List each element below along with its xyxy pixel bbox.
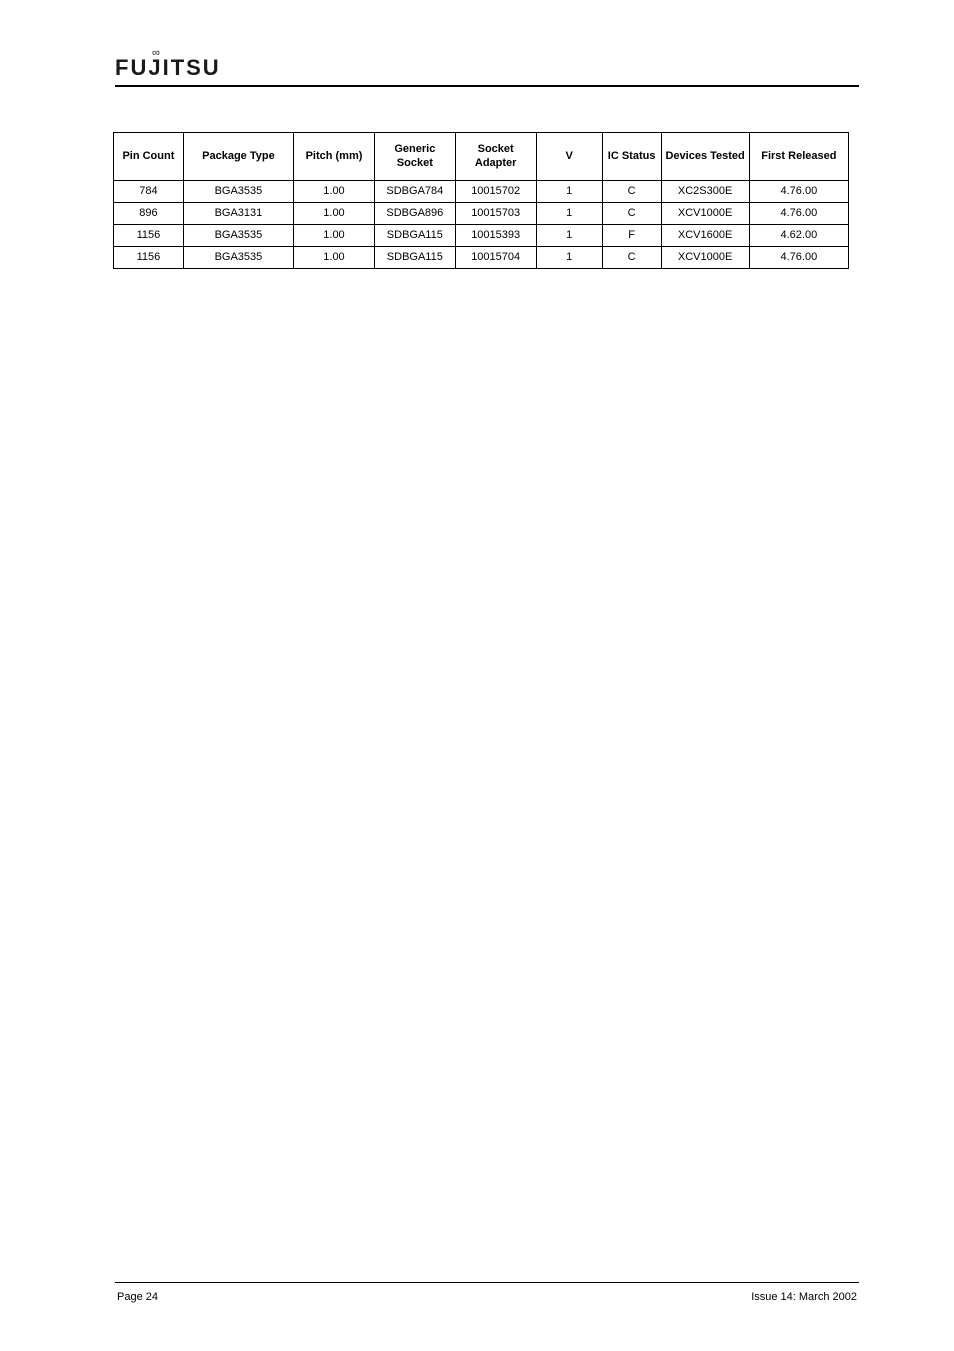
cell-pin_count: 1156 [114,225,184,247]
cell-status: F [602,225,661,247]
cell-first_rel: 4.76.00 [749,203,848,225]
cell-status: C [602,203,661,225]
page: FUJ∞ITSU Pin Count Package Type Pitch (m… [0,0,954,1351]
cell-package_type: BGA3535 [183,247,293,269]
fujitsu-logo: FUJ∞ITSU [115,55,221,81]
cell-package_type: BGA3131 [183,203,293,225]
cell-socket: SDBGA784 [374,181,455,203]
cell-tested: XCV1000E [661,203,749,225]
cell-pitch: 1.00 [294,203,375,225]
cell-socket: SDBGA896 [374,203,455,225]
table-row: 784BGA35351.00SDBGA784100157021CXC2S300E… [114,181,849,203]
cell-pin_count: 896 [114,203,184,225]
cell-v: 1 [536,225,602,247]
cell-adapter: 10015703 [455,203,536,225]
table-body: 784BGA35351.00SDBGA784100157021CXC2S300E… [114,181,849,269]
cell-status: C [602,181,661,203]
cell-package_type: BGA3535 [183,181,293,203]
table-header-row: Pin Count Package Type Pitch (mm) Generi… [114,133,849,181]
col-package-type: Package Type [183,133,293,181]
cell-tested: XC2S300E [661,181,749,203]
table-row: 896BGA31311.00SDBGA896100157031CXCV1000E… [114,203,849,225]
cell-package_type: BGA3535 [183,225,293,247]
cell-first_rel: 4.76.00 [749,247,848,269]
page-number: Page 24 [117,1291,158,1303]
col-v: V [536,133,602,181]
spec-table: Pin Count Package Type Pitch (mm) Generi… [113,132,849,269]
col-first-rel: First Released [749,133,848,181]
cell-pitch: 1.00 [294,181,375,203]
footer: Page 24 Issue 14: March 2002 [115,1282,859,1303]
cell-first_rel: 4.62.00 [749,225,848,247]
cell-pin_count: 784 [114,181,184,203]
cell-pitch: 1.00 [294,247,375,269]
cell-socket: SDBGA115 [374,247,455,269]
col-pitch: Pitch (mm) [294,133,375,181]
cell-adapter: 10015704 [455,247,536,269]
cell-v: 1 [536,247,602,269]
footer-row: Page 24 Issue 14: March 2002 [115,1291,859,1303]
cell-pin_count: 1156 [114,247,184,269]
cell-v: 1 [536,181,602,203]
col-status: IC Status [602,133,661,181]
cell-v: 1 [536,203,602,225]
cell-status: C [602,247,661,269]
col-tested: Devices Tested [661,133,749,181]
footer-rule [115,1282,859,1283]
col-adapter: Socket Adapter [455,133,536,181]
header-rule [115,85,859,87]
header: FUJ∞ITSU [115,55,859,85]
cell-first_rel: 4.76.00 [749,181,848,203]
col-socket: Generic Socket [374,133,455,181]
table-row: 1156BGA35351.00SDBGA115100153931FXCV1600… [114,225,849,247]
cell-adapter: 10015393 [455,225,536,247]
table-row: 1156BGA35351.00SDBGA115100157041CXCV1000… [114,247,849,269]
cell-pitch: 1.00 [294,225,375,247]
cell-adapter: 10015702 [455,181,536,203]
cell-tested: XCV1000E [661,247,749,269]
col-pin-count: Pin Count [114,133,184,181]
cell-socket: SDBGA115 [374,225,455,247]
issue-label: Issue 14: March 2002 [751,1291,857,1303]
cell-tested: XCV1600E [661,225,749,247]
spec-table-wrapper: Pin Count Package Type Pitch (mm) Generi… [113,132,849,269]
